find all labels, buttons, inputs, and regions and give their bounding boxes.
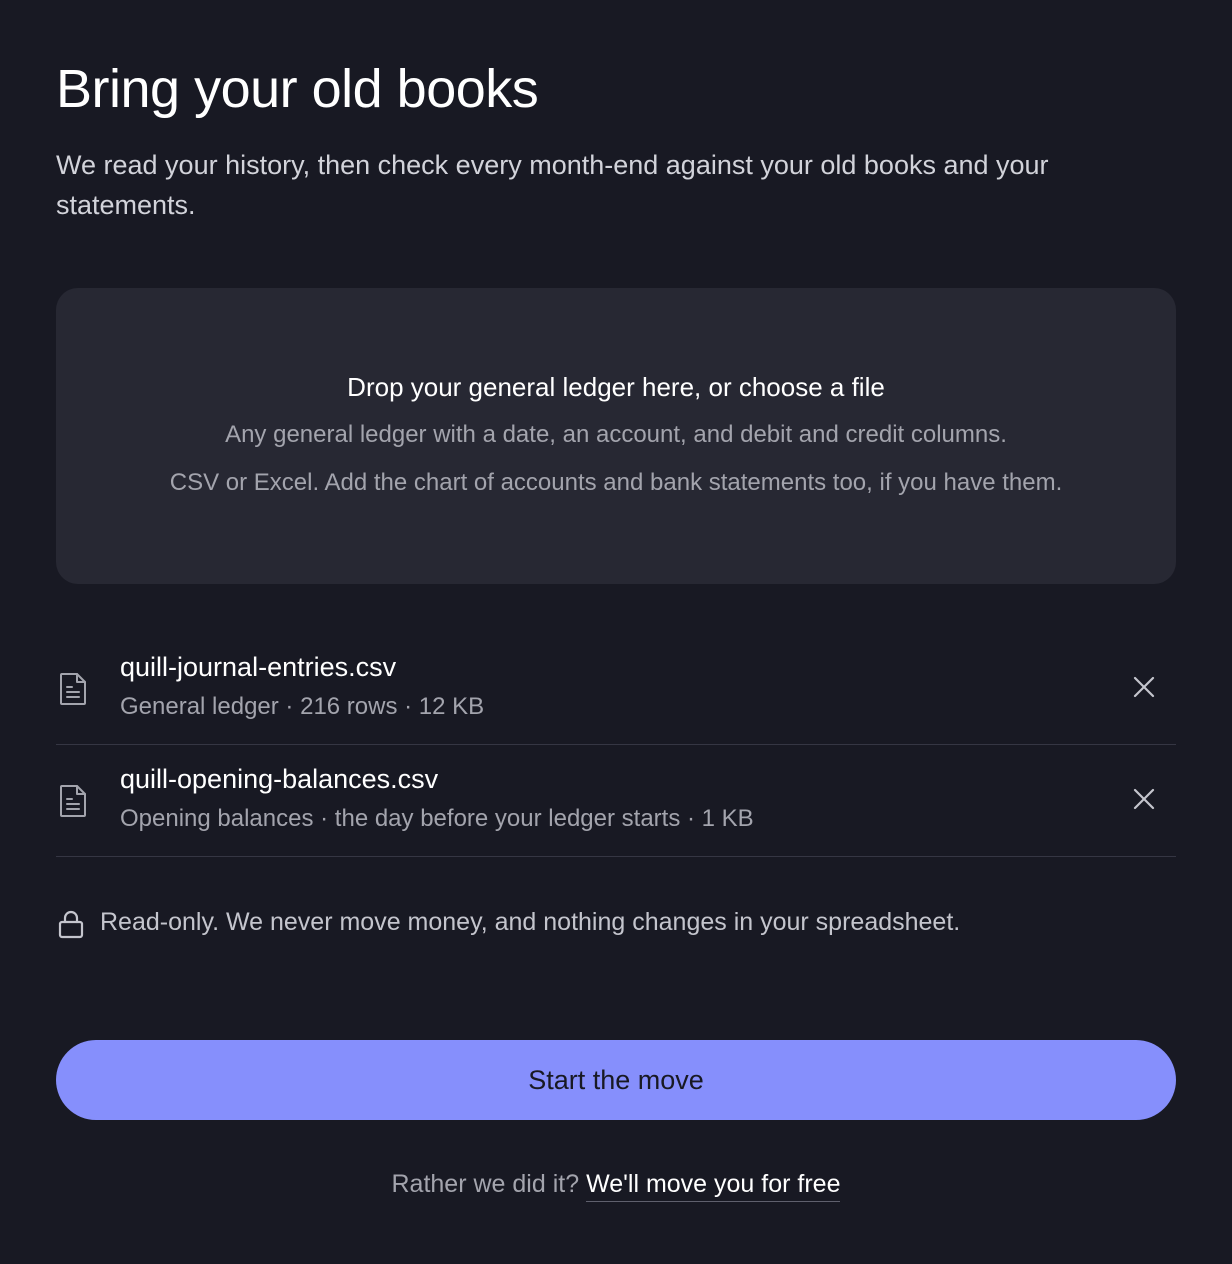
footer-prompt: Rather we did it?: [391, 1170, 580, 1198]
file-icon: [60, 785, 86, 817]
dropzone-title: Drop your general ledger here, or choose…: [347, 372, 885, 402]
free-migration-link[interactable]: We'll move you for free: [586, 1170, 841, 1202]
file-meta: Opening balances · the day before your l…: [120, 805, 754, 832]
file-icon: [60, 673, 86, 705]
page-title: Bring your old books: [56, 59, 539, 119]
dropzone-requirements: Any general ledger with a date, an accou…: [225, 421, 1007, 448]
start-move-button[interactable]: Start the move: [56, 1040, 1176, 1120]
footer: Rather we did it? We'll move you for fre…: [56, 1170, 1176, 1202]
file-row: quill-journal-entries.csv General ledger…: [56, 632, 1176, 745]
file-row: quill-opening-balances.csv Opening balan…: [56, 744, 1176, 857]
file-meta: General ledger · 216 rows · 12 KB: [120, 693, 485, 720]
dropzone-formats: CSV or Excel. Add the chart of accounts …: [169, 469, 1063, 496]
file-dropzone[interactable]: Drop your general ledger here, or choose…: [56, 288, 1176, 584]
notice-text: Read-only. We never move money, and noth…: [100, 908, 961, 936]
remove-file-button[interactable]: [1132, 675, 1156, 699]
file-name: quill-opening-balances.csv: [120, 764, 439, 794]
lock-icon: [58, 910, 84, 939]
page-subtitle: We read your history, then check every m…: [56, 150, 1049, 220]
read-only-notice: Read-only. We never move money, and noth…: [56, 906, 1176, 942]
file-name: quill-journal-entries.csv: [120, 652, 397, 682]
remove-file-button[interactable]: [1132, 787, 1156, 811]
